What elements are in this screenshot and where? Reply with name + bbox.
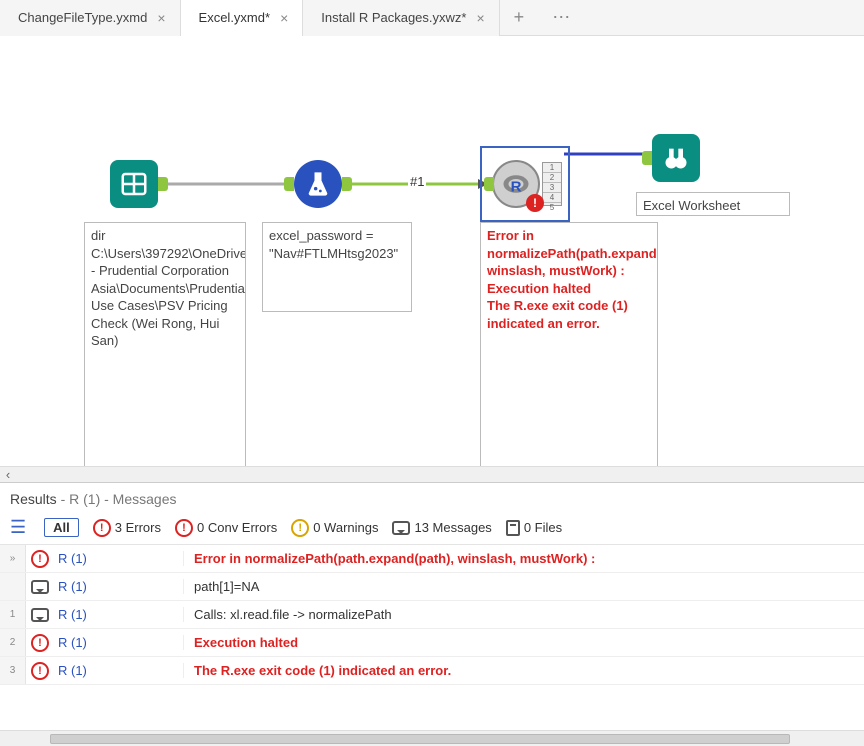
flask-icon [304, 170, 332, 198]
tool-browse[interactable] [652, 134, 700, 182]
add-tab-button[interactable]: + [500, 7, 539, 28]
row-message-text: Calls: xl.read.file -> normalizePath [184, 607, 864, 622]
output-port[interactable] [158, 177, 168, 191]
filter-warnings[interactable]: ! 0 Warnings [291, 519, 378, 537]
r-language-icon: R [501, 169, 531, 199]
row-tool-link[interactable]: R (1) [54, 551, 184, 566]
tool-formula-caption: excel_password = "Nav#FTLMHtsg2023" [262, 222, 412, 312]
tool-r-caption: Error in normalizePath(path.expand(path)… [480, 222, 658, 474]
close-icon[interactable]: × [157, 10, 165, 26]
results-context: - R (1) - Messages [57, 491, 177, 507]
row-message-text: Error in normalizePath(path.expand(path)… [184, 551, 864, 566]
row-type-icon [26, 608, 54, 622]
message-row[interactable]: » ! R (1) Error in normalizePath(path.ex… [0, 545, 864, 573]
tab-changefiletype[interactable]: ChangeFileType.yxmd × [0, 0, 181, 36]
message-icon [392, 521, 410, 535]
row-message-text: path[1]=NA [184, 579, 864, 594]
row-tool-link[interactable]: R (1) [54, 607, 184, 622]
folder-window-icon [119, 169, 149, 199]
tool-formula[interactable] [294, 160, 342, 208]
results-title: Results [10, 491, 57, 507]
tab-install-r[interactable]: Install R Packages.yxwz* × [303, 0, 499, 36]
error-badge-icon: ! [526, 194, 544, 212]
row-message-text: The R.exe exit code (1) indicated an err… [184, 663, 864, 678]
input-port[interactable] [484, 177, 494, 191]
tab-bar: ChangeFileType.yxmd × Excel.yxmd* × Inst… [0, 0, 864, 36]
tool-directory[interactable] [110, 160, 158, 208]
row-type-icon: ! [26, 634, 54, 652]
row-gutter: » [0, 545, 26, 572]
tab-label: Excel.yxmd* [199, 10, 271, 25]
message-row[interactable]: R (1) path[1]=NA [0, 573, 864, 601]
input-port[interactable] [284, 177, 294, 191]
file-icon [506, 520, 520, 536]
filter-all[interactable]: All [44, 518, 79, 537]
binoculars-icon [662, 144, 690, 172]
connection-label: #1 [408, 174, 426, 189]
row-tool-link[interactable]: R (1) [54, 663, 184, 678]
error-icon: ! [175, 519, 193, 537]
message-row[interactable]: 1 R (1) Calls: xl.read.file -> normalize… [0, 601, 864, 629]
scroll-left-icon[interactable]: ‹ [0, 467, 16, 483]
results-filter-bar: ☰ All ! 3 Errors ! 0 Conv Errors ! 0 War… [0, 513, 864, 545]
row-gutter [0, 573, 26, 600]
tool-browse-caption: Excel Worksheet [636, 192, 790, 216]
results-header: Results - R (1) - Messages [0, 483, 864, 513]
row-gutter: 3 [0, 657, 26, 684]
tab-label: ChangeFileType.yxmd [18, 10, 147, 25]
tab-excel[interactable]: Excel.yxmd* × [181, 0, 304, 36]
row-gutter: 2 [0, 629, 26, 656]
message-row[interactable]: 3 ! R (1) The R.exe exit code (1) indica… [0, 657, 864, 685]
hamburger-icon[interactable]: ☰ [6, 517, 30, 538]
row-message-text: Execution halted [184, 635, 864, 650]
row-gutter: 1 [0, 601, 26, 628]
scrollbar-thumb[interactable] [50, 734, 790, 744]
tab-label: Install R Packages.yxwz* [321, 10, 466, 25]
messages-table: » ! R (1) Error in normalizePath(path.ex… [0, 545, 864, 730]
warning-icon: ! [291, 519, 309, 537]
row-type-icon [26, 580, 54, 594]
row-type-icon: ! [26, 662, 54, 680]
row-type-icon: ! [26, 550, 54, 568]
filter-errors[interactable]: ! 3 Errors [93, 519, 161, 537]
results-horizontal-scrollbar[interactable] [0, 730, 864, 746]
output-anchor-strip[interactable]: 1 2 3 4 5 [542, 162, 562, 206]
filter-messages[interactable]: 13 Messages [392, 520, 491, 535]
tool-r[interactable]: R 1 2 3 4 5 ! [492, 160, 540, 208]
input-port[interactable] [642, 151, 652, 165]
workflow-canvas[interactable]: #1 dir C:\Users\397292\OneDrive - Pruden… [0, 36, 864, 482]
canvas-horizontal-scrollbar[interactable]: ‹ [0, 466, 864, 482]
tool-directory-caption: dir C:\Users\397292\OneDrive - Prudentia… [84, 222, 246, 482]
error-icon: ! [93, 519, 111, 537]
svg-text:R: R [511, 179, 522, 196]
close-icon[interactable]: × [476, 10, 484, 26]
close-icon[interactable]: × [280, 10, 288, 26]
output-port[interactable] [342, 177, 352, 191]
filter-files[interactable]: 0 Files [506, 520, 562, 536]
row-tool-link[interactable]: R (1) [54, 635, 184, 650]
results-panel: Results - R (1) - Messages ☰ All ! 3 Err… [0, 482, 864, 746]
row-tool-link[interactable]: R (1) [54, 579, 184, 594]
more-tabs-button[interactable]: ⋯ [538, 7, 584, 28]
message-row[interactable]: 2 ! R (1) Execution halted [0, 629, 864, 657]
filter-conv-errors[interactable]: ! 0 Conv Errors [175, 519, 277, 537]
